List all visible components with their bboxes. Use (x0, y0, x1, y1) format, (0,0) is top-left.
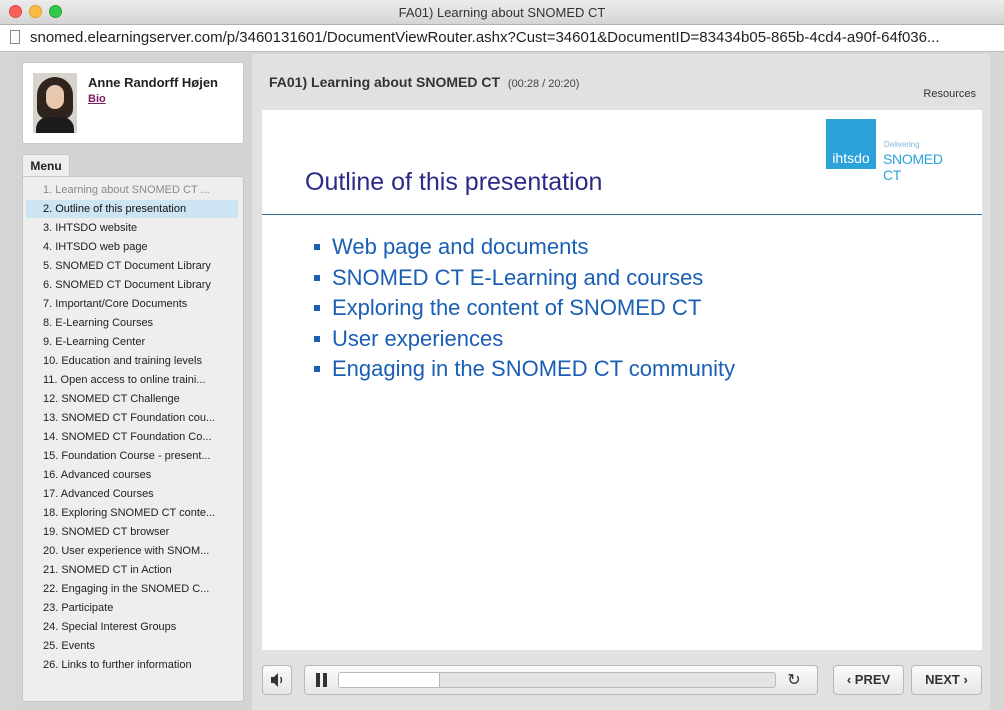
menu-item[interactable]: 19. SNOMED CT browser (26, 523, 238, 541)
menu-item[interactable]: 12. SNOMED CT Challenge (26, 390, 238, 408)
pause-button[interactable] (315, 673, 329, 687)
replay-button[interactable]: ↻ (785, 672, 803, 690)
ihtsdo-logo: ihtsdo Delivering SNOMED CT (826, 119, 964, 183)
menu-item[interactable]: 7. Important/Core Documents (26, 295, 238, 313)
next-label: NEXT (925, 672, 960, 687)
menu-item[interactable]: 17. Advanced Courses (26, 485, 238, 503)
bullet-item: SNOMED CT E-Learning and courses (314, 263, 735, 294)
chevron-left-icon: ‹ (846, 672, 852, 687)
menu-item[interactable]: 24. Special Interest Groups (26, 618, 238, 636)
prev-button[interactable]: ‹ PREV (833, 665, 904, 695)
browser-window: FA01) Learning about SNOMED CT snomed.el… (0, 0, 1004, 710)
next-button[interactable]: NEXT › (911, 665, 982, 695)
resources-link[interactable]: Resources (923, 88, 976, 100)
address-bar[interactable]: snomed.elearningserver.com/p/3460131601/… (0, 25, 1004, 52)
pause-icon (316, 673, 320, 687)
menu-item[interactable]: 3. IHTSDO website (26, 219, 238, 237)
menu-item[interactable]: 9. E-Learning Center (26, 333, 238, 351)
menu-item[interactable]: 10. Education and training levels (26, 352, 238, 370)
menu-item[interactable]: 1. Learning about SNOMED CT ... (26, 181, 238, 199)
window-title: FA01) Learning about SNOMED CT (398, 5, 606, 20)
slide-canvas: ihtsdo Delivering SNOMED CT Outline of t… (262, 110, 982, 650)
content-area: FA01) Learning about SNOMED CT (00:28 / … (252, 54, 990, 710)
playback-controls: ↻ ‹ PREV NEXT › (262, 664, 982, 698)
menu-item[interactable]: 22. Engaging in the SNOMED C... (26, 580, 238, 598)
seek-bar-container: ↻ (304, 665, 818, 695)
slide-divider (262, 214, 982, 215)
menu-item[interactable]: 14. SNOMED CT Foundation Co... (26, 428, 238, 446)
menu-item[interactable]: 25. Events (26, 637, 238, 655)
menu-item[interactable]: 11. Open access to online traini... (26, 371, 238, 389)
presenter-card: Anne Randorff Højen Bio (22, 62, 244, 144)
presentation-title-text: FA01) Learning about SNOMED CT (269, 74, 501, 90)
prev-label: PREV (854, 672, 891, 687)
menu-item[interactable]: 23. Participate (26, 599, 238, 617)
title-bar: FA01) Learning about SNOMED CT (0, 0, 1004, 25)
menu-item[interactable]: 5. SNOMED CT Document Library (26, 257, 238, 275)
menu-item[interactable]: 2. Outline of this presentation (26, 200, 238, 218)
menu-item[interactable]: 18. Exploring SNOMED CT conte... (26, 504, 238, 522)
menu-item[interactable]: 6. SNOMED CT Document Library (26, 276, 238, 294)
chevron-right-icon: › (963, 672, 968, 687)
progress-track[interactable] (338, 672, 776, 688)
logo-wordmark: SNOMED CT (883, 151, 943, 183)
bio-link[interactable]: Bio (88, 93, 106, 105)
menu-panel: 1. Learning about SNOMED CT ... 2. Outli… (22, 176, 244, 702)
menu-item[interactable]: 8. E-Learning Courses (26, 314, 238, 332)
sidebar: Anne Randorff Højen Bio Menu 1. Learning… (14, 54, 252, 710)
speaker-icon (271, 673, 283, 687)
bullet-item: Exploring the content of SNOMED CT (314, 293, 735, 324)
menu-item[interactable]: 20. User experience with SNOM... (26, 542, 238, 560)
menu-item[interactable]: 21. SNOMED CT in Action (26, 561, 238, 579)
logo-mark: ihtsdo (826, 119, 876, 169)
menu-item[interactable]: 26. Links to further information (26, 656, 238, 674)
menu-item[interactable]: 15. Foundation Course - present... (26, 447, 238, 465)
url-text[interactable]: snomed.elearningserver.com/p/3460131601/… (30, 29, 996, 46)
document-icon (10, 30, 20, 44)
presenter-name: Anne Randorff Højen (88, 75, 218, 90)
bullet-item: Web page and documents (314, 232, 735, 263)
bullet-item: User experiences (314, 324, 735, 355)
volume-button[interactable] (262, 665, 292, 695)
replay-icon: ↻ (787, 672, 801, 689)
menu-item[interactable]: 4. IHTSDO web page (26, 238, 238, 256)
progress-fill (339, 673, 441, 687)
slide-heading: Outline of this presentation (305, 168, 603, 196)
logo-tagline: Delivering (884, 140, 920, 149)
bullet-item: Engaging in the SNOMED CT community (314, 354, 735, 385)
presentation-title: FA01) Learning about SNOMED CT (00:28 / … (269, 74, 579, 90)
menu-item[interactable]: 13. SNOMED CT Foundation cou... (26, 409, 238, 427)
menu-tab[interactable]: Menu (22, 154, 70, 177)
slide-bullet-list: Web page and documents SNOMED CT E-Learn… (314, 232, 735, 385)
menu-item[interactable]: 16. Advanced courses (26, 466, 238, 484)
presenter-photo (33, 73, 77, 133)
player-app: Anne Randorff Højen Bio Menu 1. Learning… (14, 54, 990, 710)
playback-time: (00:28 / 20:20) (507, 78, 580, 90)
